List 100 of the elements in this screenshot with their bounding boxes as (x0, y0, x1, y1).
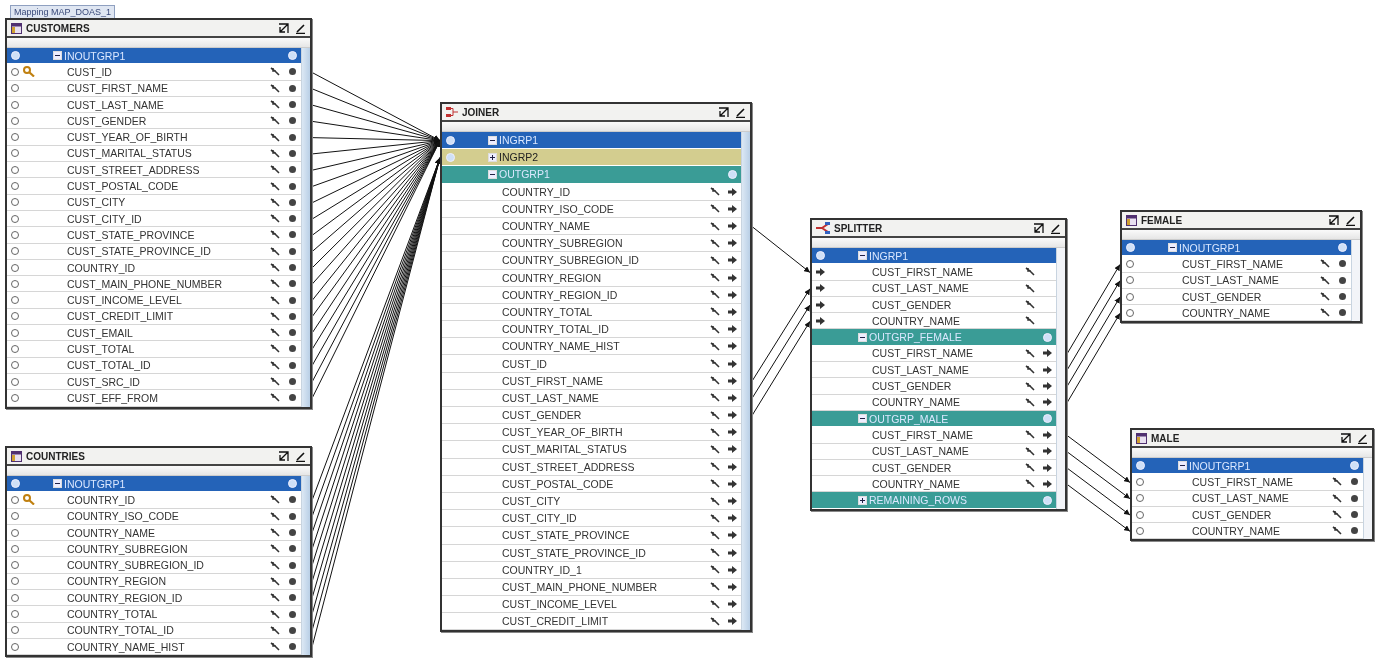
restore-icon (1033, 222, 1044, 234)
datatype-icon (710, 341, 720, 351)
attribute-name: COUNTRY_NAME (1181, 306, 1271, 319)
attribute-name: COUNTRY_NAME (66, 526, 156, 539)
group-label: OUTGRP_FEMALE (868, 331, 963, 344)
attribute-name: CUST_CITY (501, 495, 562, 508)
datatype-icon (710, 427, 720, 437)
collapse-icon[interactable] (1178, 461, 1187, 471)
scroll-bar[interactable] (1363, 458, 1372, 540)
collapse-icon[interactable] (858, 332, 867, 342)
attribute-name: CUST_CITY_ID (501, 512, 578, 525)
operator-panel[interactable] (810, 218, 1067, 511)
datatype-icon (1025, 316, 1035, 326)
attribute-name: CUST_STATE_PROVINCE (501, 529, 631, 542)
operator-title: COUNTRIES (26, 450, 86, 462)
scroll-bar[interactable] (1056, 248, 1065, 509)
collapse-icon[interactable] (858, 414, 867, 424)
datatype-icon (270, 132, 280, 142)
group-row[interactable]: OUTGRP_FEMALE (812, 329, 1056, 346)
operator-panel[interactable] (440, 102, 752, 633)
operator-panel[interactable]: MALE INOUTGRP1 CUST_FIRST_NAME CUST_LAST_NAME CUST_GENDER COUNTRY_NAME (1130, 428, 1374, 542)
attribute-name: CUST_FIRST_NAME (66, 82, 169, 95)
operator-panel[interactable]: FEMALE INOUTGRP1 CUST_FIRST_NAME CUST_LAST_NAME CUST_GENDER COUNTRY_NAME (1120, 210, 1362, 324)
table-icon (1136, 432, 1147, 444)
datatype-icon (270, 593, 280, 603)
collapse-icon[interactable] (53, 51, 62, 61)
attribute-name: COUNTRY_ID (66, 261, 137, 274)
group-row[interactable]: OUTGRP1 (442, 166, 741, 184)
datatype-icon (270, 511, 280, 521)
attribute-name: CUST_STATE_PROVINCE_ID (501, 546, 647, 559)
datatype-icon (710, 462, 720, 472)
datatype-icon (710, 307, 720, 317)
collapse-icon[interactable] (488, 135, 497, 145)
scroll-bar[interactable] (301, 48, 310, 407)
attribute-name: CUST_GENDER (1191, 508, 1273, 521)
datatype-icon (710, 393, 720, 403)
datatype-icon (1025, 365, 1035, 375)
group-row[interactable]: INOUTGRP1 (1122, 240, 1351, 257)
attribute-name: CUST_LAST_NAME (871, 363, 970, 376)
group-row[interactable]: INGRP1 (812, 248, 1056, 265)
joiner-icon (446, 106, 458, 118)
group-row[interactable]: INOUTGRP1 (7, 48, 301, 65)
attribute-name: CUST_LAST_NAME (501, 391, 600, 404)
datatype-icon (270, 230, 280, 240)
scroll-bar[interactable] (1351, 240, 1360, 322)
operator-title: MALE (1151, 432, 1181, 444)
datatype-icon (1332, 526, 1342, 536)
collapse-icon[interactable] (858, 251, 867, 261)
datatype-icon (710, 616, 720, 626)
attribute-name: COUNTRY_TOTAL_ID (501, 323, 610, 336)
attribute-name: CUST_FIRST_NAME (871, 347, 974, 360)
scroll-bar[interactable] (741, 132, 750, 631)
expand-icon[interactable] (858, 495, 867, 505)
port-icon (815, 251, 825, 261)
group-label: INOUTGRP1 (63, 49, 127, 62)
attribute-name: CUST_GENDER (501, 409, 583, 422)
table-icon (11, 22, 22, 34)
collapse-icon[interactable] (488, 169, 497, 179)
connector-line (1066, 451, 1131, 500)
attribute-name: CUST_MAIN_PHONE_NUMBER (66, 277, 224, 290)
group-row[interactable]: INOUTGRP1 (1132, 458, 1363, 475)
expand-icon[interactable] (488, 152, 497, 162)
datatype-icon (270, 393, 280, 403)
mapping-tab[interactable]: Mapping MAP_DOAS_1 (10, 5, 116, 19)
group-row[interactable]: INOUTGRP1 (7, 476, 301, 493)
collapse-icon[interactable] (1168, 243, 1177, 253)
datatype-icon (1320, 292, 1330, 302)
datatype-icon (1320, 259, 1330, 269)
operator-panel[interactable] (5, 18, 312, 409)
datatype-icon (270, 100, 280, 110)
attribute-name: CUST_STREET_ADDRESS (501, 460, 636, 473)
restore-icon (278, 22, 289, 34)
operator-title: JOINER (462, 106, 501, 118)
group-row[interactable]: INGRP2 (442, 149, 741, 167)
attribute-name: CUST_CREDIT_LIMIT (66, 310, 175, 323)
attribute-name: CUST_POSTAL_CODE (501, 477, 615, 490)
datatype-icon (710, 376, 720, 386)
attribute-name: CUST_GENDER (871, 380, 953, 392)
attribute-name: CUST_CITY (66, 196, 127, 209)
attribute-name: CUST_TOTAL (66, 343, 136, 355)
datatype-icon (1025, 430, 1035, 440)
attribute-name: CUST_LAST_NAME (1181, 274, 1280, 287)
datatype-icon (710, 548, 720, 558)
datatype-icon (1025, 300, 1035, 310)
operator-panel[interactable]: COUNTRIES INOUTGRP1 COUNTRY_ID COUNTRY_ISO_CODE COUNTRY_NAME COUNTRY_SUBREGION COUNTRY_SUBREGION_ID COUNTRY_REGION COUNTRY_REGION_ID COUNTRY_TOTAL COUNTRY_TOTAL_ID COUNTRY_NAME_HIST (5, 446, 312, 658)
collapse-icon[interactable] (53, 479, 62, 489)
attribute-name: COUNTRY_NAME_HIST (66, 640, 186, 653)
group-row[interactable]: REMAINING_ROWS (812, 492, 1056, 509)
scroll-bar[interactable] (301, 476, 310, 656)
attribute-name: COUNTRY_ID (66, 493, 137, 506)
attribute-name: CUST_LAST_NAME (871, 445, 970, 458)
attribute-name: CUST_MAIN_PHONE_NUMBER (501, 580, 659, 593)
attribute-name: CUST_FIRST_NAME (871, 428, 974, 441)
datatype-icon (710, 496, 720, 506)
port-icon (288, 643, 296, 651)
group-row[interactable]: INGRP1 (442, 132, 741, 150)
operator-title: SPLITTER (834, 222, 884, 234)
attribute-name: COUNTRY_NAME (871, 477, 961, 490)
operator-title: CUSTOMERS (26, 22, 91, 34)
attribute-name: COUNTRY_ID (501, 185, 572, 198)
